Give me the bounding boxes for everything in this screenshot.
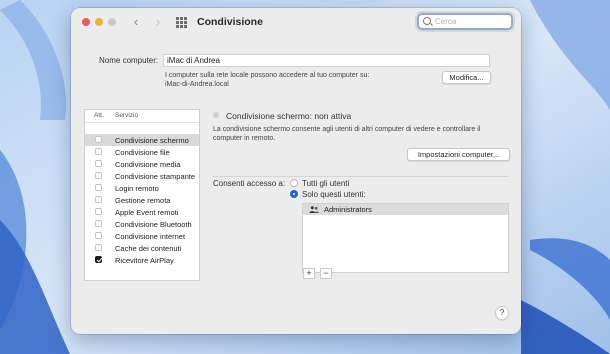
- service-checkbox[interactable]: [95, 160, 102, 167]
- service-row-file-sharing[interactable]: Condivisione file: [85, 146, 199, 158]
- column-header-on: Att.: [94, 112, 104, 119]
- column-header-service: Servizio: [115, 112, 139, 119]
- computer-local-address: iMac-di-Andrea.local: [165, 81, 229, 88]
- service-checkbox[interactable]: [95, 232, 102, 239]
- service-checkbox-checked[interactable]: [95, 256, 102, 263]
- service-checkbox[interactable]: [95, 208, 102, 215]
- service-label: Condivisione schermo: [115, 136, 189, 145]
- zoom-window-button: [108, 18, 116, 26]
- minimize-window-button[interactable]: [95, 18, 103, 26]
- service-label: Login remoto: [115, 184, 159, 193]
- section-divider: [212, 176, 509, 177]
- window-title: Condivisione: [197, 16, 263, 28]
- service-checkbox[interactable]: [95, 244, 102, 251]
- service-label: Condivisione media: [115, 160, 181, 169]
- service-row-media-sharing[interactable]: Condivisione media: [85, 158, 199, 170]
- remove-user-button[interactable]: −: [320, 268, 332, 279]
- user-name: Administrators: [324, 205, 372, 214]
- add-user-button[interactable]: +: [303, 268, 315, 279]
- service-label: Gestione remota: [115, 196, 171, 205]
- all-users-label: Tutti gli utenti: [302, 179, 350, 188]
- help-button[interactable]: ?: [495, 306, 509, 320]
- radio-only-these-users[interactable]: [290, 190, 298, 198]
- service-row-airplay-receiver[interactable]: Ricevitore AirPlay: [85, 254, 199, 266]
- search-field[interactable]: [415, 11, 515, 32]
- service-label: Apple Event remoti: [115, 208, 179, 217]
- service-checkbox[interactable]: [95, 184, 102, 191]
- service-list-header: Att. Servizio: [85, 110, 199, 123]
- service-label: Cache dei contenuti: [115, 244, 182, 253]
- back-button[interactable]: ‹: [130, 15, 142, 29]
- status-indicator: [213, 112, 219, 118]
- service-row-content-caching[interactable]: Cache dei contenuti: [85, 242, 199, 254]
- only-these-users-label: Solo questi utenti:: [302, 190, 366, 199]
- sharing-preferences-window: ‹ › Condivisione Nome computer: iMac di …: [71, 8, 521, 334]
- user-row-administrators[interactable]: Administrators: [303, 204, 508, 215]
- service-checkbox[interactable]: [95, 172, 102, 179]
- service-checkbox[interactable]: [95, 220, 102, 227]
- service-row-remote-management[interactable]: Gestione remota: [85, 194, 199, 206]
- group-icon: [309, 206, 319, 213]
- title-bar: ‹ › Condivisione: [71, 8, 521, 36]
- service-row-bluetooth-sharing[interactable]: Condivisione Bluetooth: [85, 218, 199, 230]
- show-all-grid-icon[interactable]: [176, 17, 187, 28]
- computer-name-label: Nome computer:: [99, 56, 159, 65]
- service-checkbox[interactable]: [95, 136, 102, 143]
- search-input[interactable]: [435, 15, 509, 28]
- service-label: Condivisione Bluetooth: [115, 220, 192, 229]
- service-label: Condivisione internet: [115, 232, 186, 241]
- forward-button[interactable]: ›: [152, 15, 164, 29]
- computer-name-field[interactable]: iMac di Andrea: [163, 54, 490, 67]
- screen-sharing-status: Condivisione schermo: non attiva: [226, 111, 352, 121]
- edit-computer-name-button[interactable]: Modifica...: [442, 71, 491, 84]
- chevron-left-icon: ‹: [133, 14, 139, 29]
- service-row-remote-apple-events[interactable]: Apple Event remoti: [85, 206, 199, 218]
- computer-name-description: I computer sulla rete locale possono acc…: [165, 72, 370, 79]
- service-row-screen-sharing[interactable]: Condivisione schermo: [85, 134, 199, 146]
- radio-all-users[interactable]: [290, 179, 298, 187]
- search-icon: [423, 17, 431, 25]
- service-row-remote-login[interactable]: Login remoto: [85, 182, 199, 194]
- screen-sharing-description: La condivisione schermo consente agli ut…: [213, 126, 481, 133]
- service-label: Ricevitore AirPlay: [115, 256, 174, 265]
- computer-settings-button[interactable]: Impostazioni computer...: [407, 148, 510, 161]
- service-checkbox[interactable]: [95, 148, 102, 155]
- chevron-right-icon: ›: [155, 14, 161, 29]
- service-label: Condivisione stampante: [115, 172, 196, 181]
- service-row-printer-sharing[interactable]: Condivisione stampante: [85, 170, 199, 182]
- allowed-users-list: Administrators: [302, 203, 509, 273]
- service-label: Condivisione file: [115, 148, 170, 157]
- screen-sharing-description-cont: computer in remoto.: [213, 135, 276, 142]
- close-window-button[interactable]: [82, 18, 90, 26]
- allow-access-label: Consenti accesso a:: [213, 179, 286, 188]
- service-list: Att. Servizio Condivisione schermo Condi…: [84, 109, 200, 281]
- service-row-internet-sharing[interactable]: Condivisione internet: [85, 230, 199, 242]
- service-checkbox[interactable]: [95, 196, 102, 203]
